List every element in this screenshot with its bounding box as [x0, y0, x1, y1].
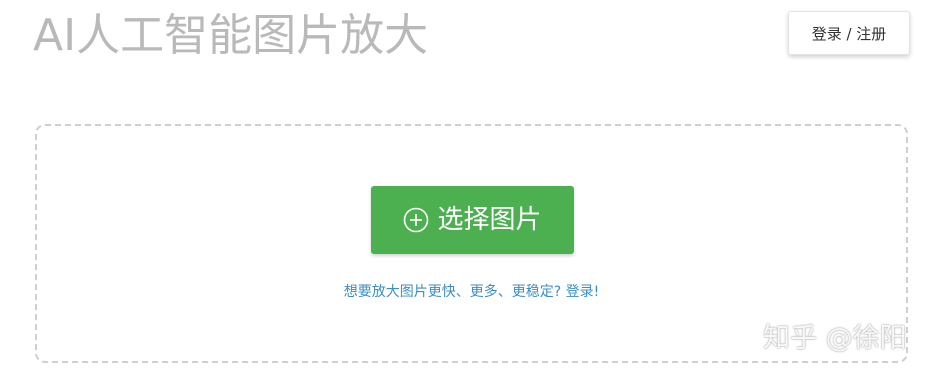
select-image-label: 选择图片 [437, 205, 542, 235]
plus-circle-icon [403, 207, 429, 233]
login-prompt-link[interactable]: 想要放大图片更快、更多、更稳定? 登录! [37, 281, 906, 301]
watermark-text: 知乎 @徐阳 [763, 323, 907, 354]
select-image-button[interactable]: 选择图片 [371, 186, 574, 254]
page-title: AI人工智能图片放大 [33, 10, 429, 61]
login-register-button[interactable]: 登录 / 注册 [788, 11, 910, 55]
